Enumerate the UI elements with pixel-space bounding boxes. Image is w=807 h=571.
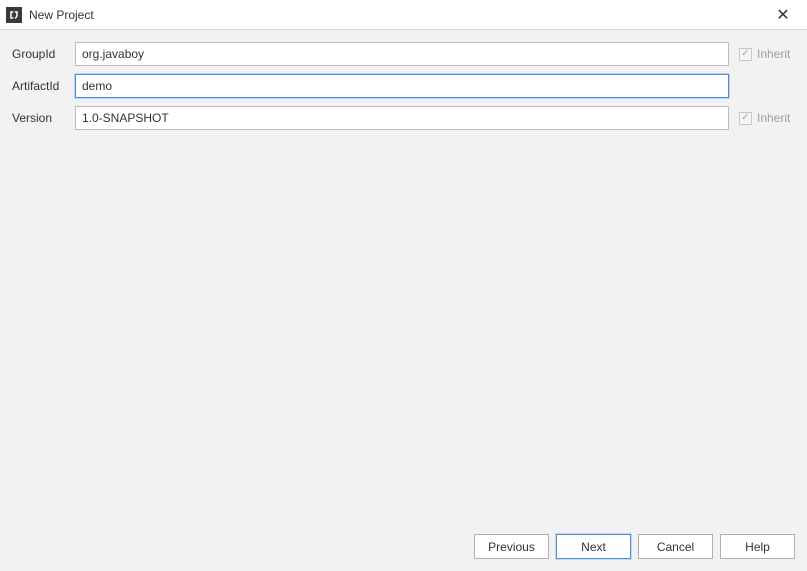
app-icon [6, 7, 22, 23]
close-button[interactable]: ✕ [767, 1, 799, 29]
groupid-inherit-cell: Inherit [729, 47, 797, 61]
version-row: Version Inherit [10, 106, 797, 130]
groupid-input[interactable] [75, 42, 729, 66]
button-bar: Previous Next Cancel Help [0, 524, 807, 571]
form-content: GroupId Inherit ArtifactId Version Inher… [0, 30, 807, 524]
groupid-label: GroupId [10, 47, 75, 61]
window-title: New Project [29, 8, 767, 22]
cancel-button[interactable]: Cancel [638, 534, 713, 559]
version-label: Version [10, 111, 75, 125]
groupid-inherit-checkbox [739, 48, 752, 61]
help-button[interactable]: Help [720, 534, 795, 559]
groupid-row: GroupId Inherit [10, 42, 797, 66]
version-inherit-cell: Inherit [729, 111, 797, 125]
version-input[interactable] [75, 106, 729, 130]
titlebar: New Project ✕ [0, 0, 807, 30]
version-inherit-checkbox [739, 112, 752, 125]
previous-button[interactable]: Previous [474, 534, 549, 559]
version-inherit-label: Inherit [757, 111, 790, 125]
artifactid-label: ArtifactId [10, 79, 75, 93]
next-button[interactable]: Next [556, 534, 631, 559]
groupid-inherit-label: Inherit [757, 47, 790, 61]
artifactid-row: ArtifactId [10, 74, 797, 98]
artifactid-input[interactable] [75, 74, 729, 98]
